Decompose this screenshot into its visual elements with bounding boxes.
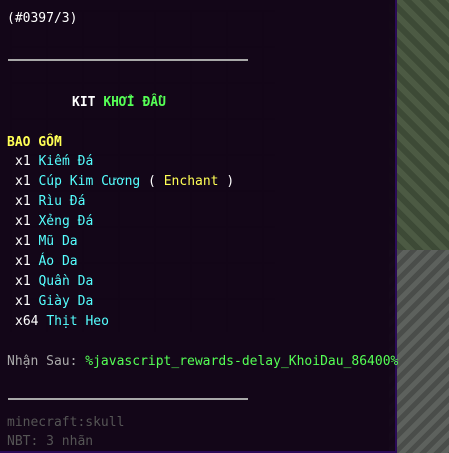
kit-item-row: x1 Rìu Đá bbox=[15, 194, 85, 210]
item-quantity: x64 bbox=[15, 314, 47, 329]
kit-title-main: KHỞI ĐẦU bbox=[103, 95, 166, 110]
item-name: Giày Da bbox=[38, 294, 94, 309]
separator-bottom bbox=[8, 398, 248, 400]
item-quantity: x1 bbox=[15, 154, 39, 169]
enchant-tag: Enchant bbox=[163, 174, 219, 189]
item-name: Thịt Heo bbox=[46, 314, 109, 329]
kit-item-row: x1 Cúp Kim Cương ( Enchant ) bbox=[15, 174, 234, 190]
kit-item-row: x1 Xẻng Đá bbox=[15, 214, 93, 230]
receive-label: Nhận Sau: bbox=[7, 354, 86, 369]
receive-value: %javascript_rewards-delay_KhoiDau_86400% bbox=[85, 354, 399, 369]
item-name: Mũ Da bbox=[38, 234, 78, 249]
item-quantity: x1 bbox=[15, 274, 39, 289]
includes-header: BAO GỒM bbox=[7, 135, 62, 150]
item-name: Kiếm Đá bbox=[38, 154, 94, 169]
kit-title: KIT KHỞI ĐẦU bbox=[72, 95, 166, 111]
kit-item-row: x1 Kiếm Đá bbox=[15, 154, 93, 170]
item-quantity: x1 bbox=[15, 174, 39, 189]
kit-title-prefix: KIT bbox=[72, 95, 104, 110]
item-name: Quần Da bbox=[38, 274, 94, 289]
item-quantity: x1 bbox=[15, 294, 39, 309]
item-tooltip: (#0397/3) KIT KHỞI ĐẦU BAO GỒM x1 Kiếm Đ… bbox=[0, 0, 398, 453]
item-name: Áo Da bbox=[38, 254, 78, 269]
kit-item-row: x1 Quần Da bbox=[15, 274, 93, 290]
item-name: Rìu Đá bbox=[38, 194, 86, 209]
separator-top bbox=[8, 59, 248, 61]
receive-after-line: Nhận Sau: %javascript_rewards-delay_Khoi… bbox=[7, 354, 398, 370]
nbt-count: NBT: 3 nhãn bbox=[7, 434, 94, 449]
item-quantity: x1 bbox=[15, 254, 39, 269]
stone-background bbox=[389, 250, 449, 453]
item-registry-id: minecraft:skull bbox=[7, 415, 125, 430]
item-name: Cúp Kim Cương bbox=[38, 174, 141, 189]
kit-item-row: x1 Mũ Da bbox=[15, 234, 78, 250]
kit-item-row: x64 Thịt Heo bbox=[15, 314, 109, 330]
item-quantity: x1 bbox=[15, 234, 39, 249]
kit-item-row: x1 Áo Da bbox=[15, 254, 78, 270]
item-quantity: x1 bbox=[15, 214, 39, 229]
enchant-close-paren: ) bbox=[218, 174, 235, 189]
item-quantity: x1 bbox=[15, 194, 39, 209]
item-id-line: (#0397/3) bbox=[7, 11, 78, 26]
item-name: Xẻng Đá bbox=[38, 214, 94, 229]
kit-item-row: x1 Giày Da bbox=[15, 294, 93, 310]
enchant-open-paren: ( bbox=[140, 174, 164, 189]
